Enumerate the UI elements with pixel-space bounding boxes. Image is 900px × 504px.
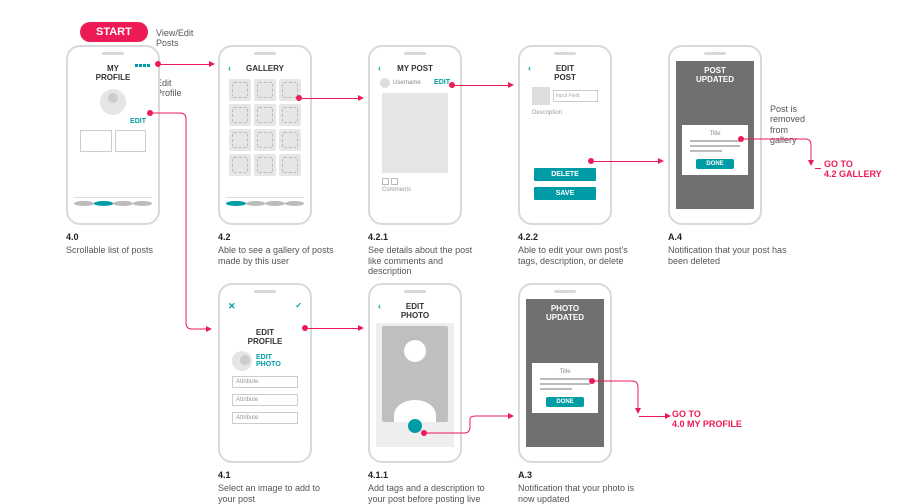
- bottom-nav[interactable]: [226, 197, 304, 209]
- arrow-head-icon: [358, 325, 364, 331]
- screen-photo-updated: PHOTO UPDATED Title DONE: [518, 283, 612, 463]
- title-gallery: ‹GALLERY: [226, 61, 304, 76]
- arrow-head-icon: [209, 61, 215, 67]
- start-badge: START: [80, 22, 148, 42]
- back-icon[interactable]: ‹: [528, 64, 531, 74]
- flow-arrow: [150, 113, 220, 343]
- confirmation-card: Title DONE: [682, 125, 748, 175]
- arrow-head-icon: [808, 160, 814, 166]
- caption-4-1: 4.1Select an image to add to your post: [218, 470, 338, 504]
- grid-icon[interactable]: [135, 64, 150, 67]
- input-field[interactable]: Input Field: [553, 90, 598, 102]
- caption-4-2-1: 4.2.1See details about the post like com…: [368, 232, 488, 277]
- photo-preview: [382, 326, 448, 422]
- title-edit-photo: ‹EDIT PHOTO: [376, 299, 454, 323]
- screen-edit-photo: ‹EDIT PHOTO: [368, 283, 462, 463]
- arrow-head-icon: [635, 408, 641, 414]
- post-thumb: [115, 130, 147, 152]
- goto-profile: GO TO 4.0 MY PROFILE: [672, 410, 742, 430]
- avatar-icon: [232, 351, 252, 371]
- flow-arrow: [594, 161, 660, 162]
- title-edit-post: ‹EDIT POST: [526, 61, 604, 85]
- caption-a-3: A.3Notification that your photo is now u…: [518, 470, 638, 504]
- title-post-updated: POST UPDATED: [676, 61, 754, 91]
- back-icon[interactable]: ‹: [228, 64, 231, 74]
- flow-arrow: [302, 98, 360, 99]
- edit-post-link[interactable]: EDIT: [434, 79, 450, 86]
- flow-arrow: [308, 328, 360, 329]
- check-icon[interactable]: ✓: [295, 302, 302, 311]
- title-my-post: ‹MY POST: [376, 61, 454, 76]
- flow-dot: [738, 136, 744, 142]
- fab-button[interactable]: [408, 419, 422, 433]
- back-icon[interactable]: ‹: [378, 302, 381, 312]
- arrow-head-icon: [508, 413, 514, 419]
- flow-arrow: [815, 168, 821, 169]
- description-label: Description: [526, 107, 604, 116]
- attribute-input[interactable]: Attribute: [232, 376, 298, 388]
- back-icon[interactable]: ‹: [378, 64, 381, 74]
- bottom-nav[interactable]: [74, 197, 152, 209]
- label-post-removed: Post is removed from gallery: [770, 104, 805, 145]
- attribute-input[interactable]: Attribute: [232, 394, 298, 406]
- arrow-head-icon: [658, 158, 664, 164]
- caption-4-2-2: 4.2.2Able to edit your own post's tags, …: [518, 232, 638, 266]
- caption-a-4: A.4Notification that your post has been …: [668, 232, 808, 266]
- post-thumb: [532, 87, 550, 105]
- avatar-icon: [100, 89, 126, 115]
- flow-arrow: [639, 416, 667, 417]
- goto-gallery: GO TO 4.2 GALLERY: [824, 160, 882, 180]
- post-thumb: [80, 130, 112, 152]
- confirmation-card: Title DONE: [532, 363, 598, 413]
- flow-dot: [589, 378, 595, 384]
- title-edit-profile: ✕ ✓ EDIT PROFILE: [226, 299, 304, 349]
- post-image: [382, 93, 448, 173]
- label-view-edit-posts: View/Edit Posts: [156, 28, 193, 49]
- caption-4-0: 4.0Scrollable list of posts: [66, 232, 186, 256]
- caption-4-2: 4.2Able to see a gallery of posts made b…: [218, 232, 338, 266]
- screen-my-post: ‹MY POST Username EDIT Comments: [368, 45, 462, 225]
- flow-dot: [147, 110, 153, 116]
- flow-dot: [421, 430, 427, 436]
- arrow-head-icon: [358, 95, 364, 101]
- edit-profile-link[interactable]: EDIT: [74, 115, 152, 126]
- arrow-head-icon: [665, 413, 671, 419]
- username-label: Username: [393, 80, 421, 86]
- save-button[interactable]: SAVE: [534, 187, 596, 200]
- close-icon[interactable]: ✕: [228, 302, 236, 312]
- screen-post-updated: POST UPDATED Title DONE: [668, 45, 762, 225]
- caption-4-1-1: 4.1.1Add tags and a description to your …: [368, 470, 488, 504]
- screen-edit-profile: ✕ ✓ EDIT PROFILE EDIT PHOTO Attribute At…: [218, 283, 312, 463]
- screen-edit-post: ‹EDIT POST Input Field Description DELET…: [518, 45, 612, 225]
- gallery-grid[interactable]: [226, 76, 304, 179]
- arrow-head-icon: [206, 326, 212, 332]
- edit-photo-link[interactable]: EDIT PHOTO: [256, 354, 281, 368]
- done-button[interactable]: DONE: [696, 159, 733, 169]
- arrow-head-icon: [508, 82, 514, 88]
- done-button[interactable]: DONE: [546, 397, 583, 407]
- flow-arrow: [161, 64, 211, 65]
- screen-gallery: ‹GALLERY: [218, 45, 312, 225]
- screen-my-profile: MY PROFILE EDIT: [66, 45, 160, 225]
- delete-button[interactable]: DELETE: [534, 168, 596, 181]
- avatar-icon: [380, 78, 390, 88]
- title-photo-updated: PHOTO UPDATED: [526, 299, 604, 329]
- flow-arrow: [455, 85, 510, 86]
- attribute-input[interactable]: Attribute: [232, 412, 298, 424]
